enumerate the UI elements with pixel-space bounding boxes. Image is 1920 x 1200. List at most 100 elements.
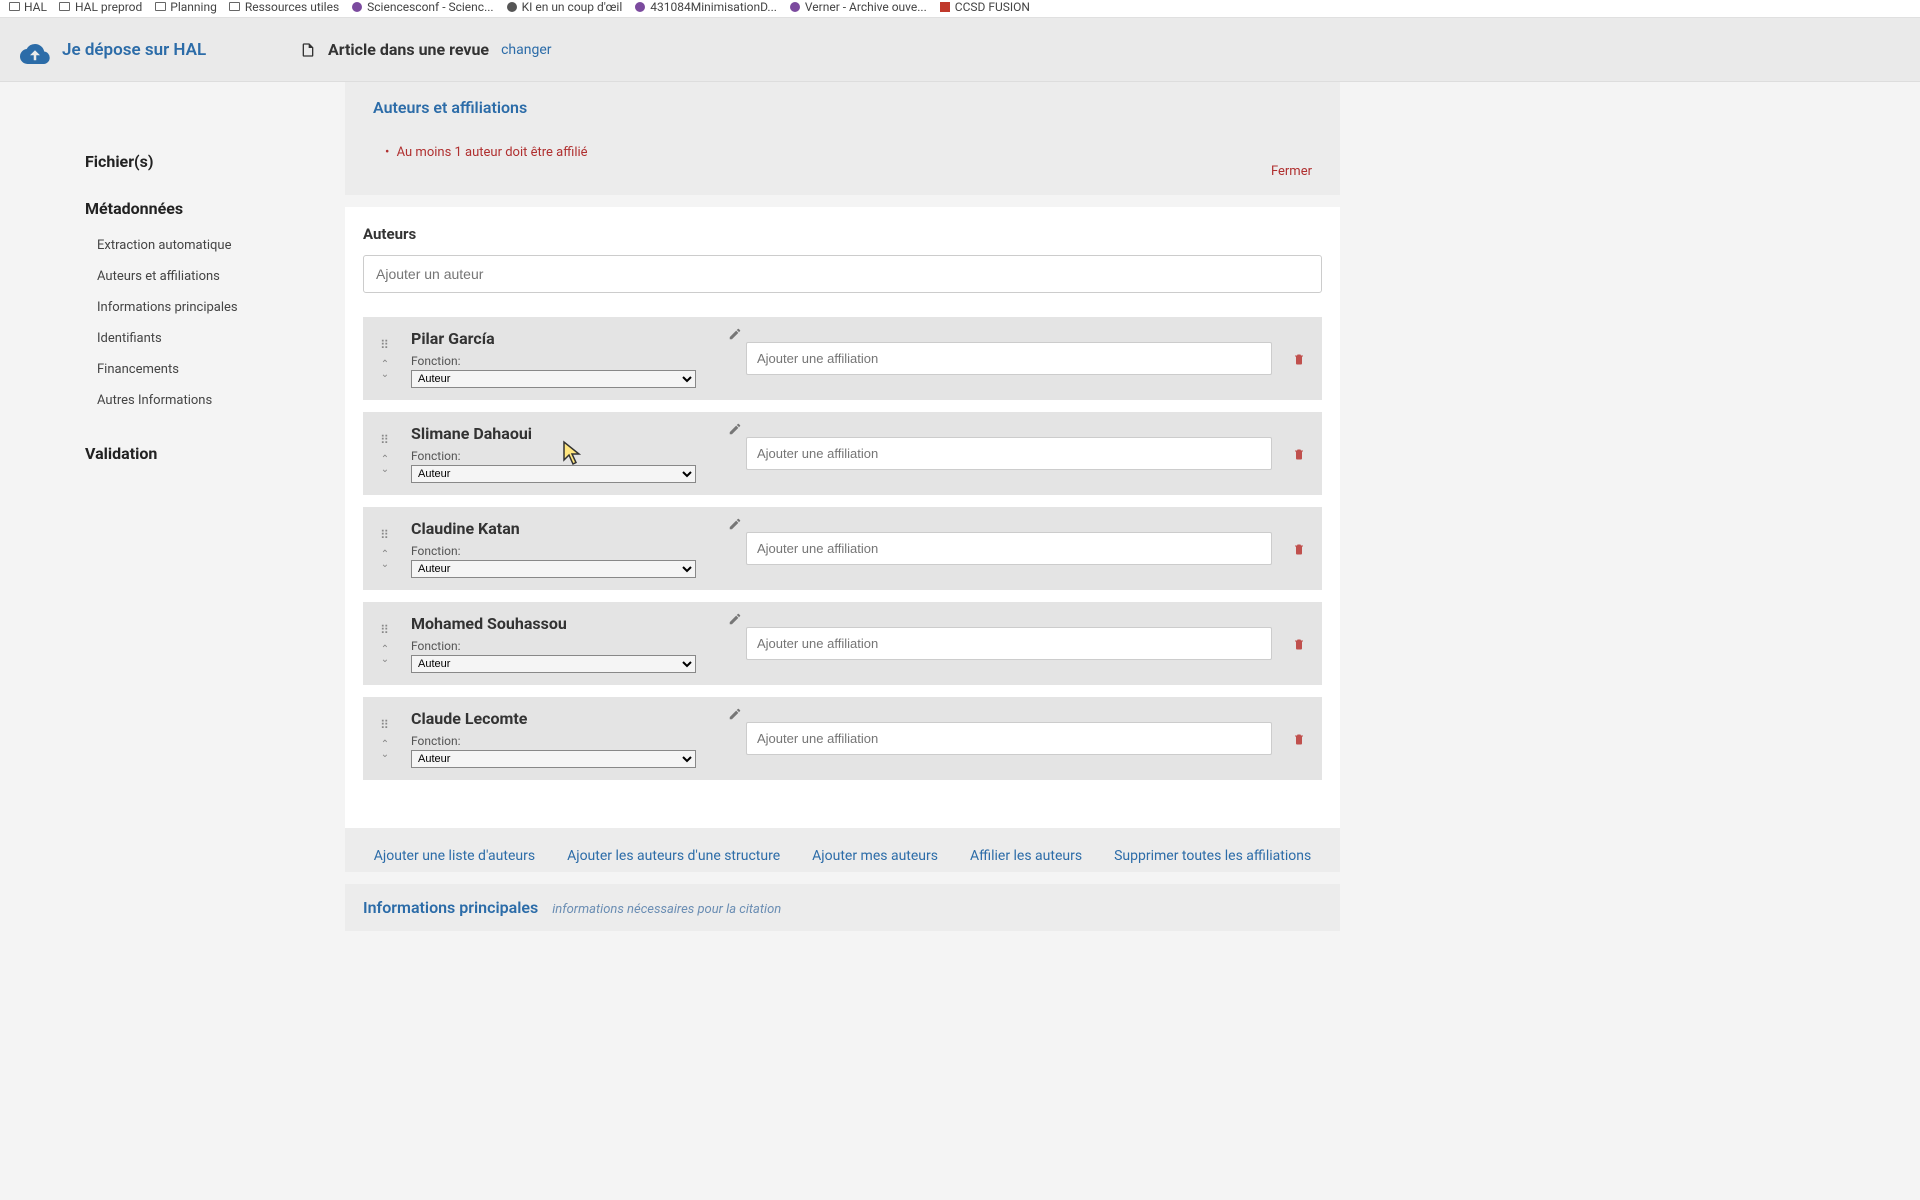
- drag-handle-icon[interactable]: ⠿: [380, 718, 390, 732]
- bookmark-item[interactable]: 431084MinimisationD...: [634, 0, 777, 14]
- author-handles: ⠿ ⌃⌄: [371, 623, 399, 665]
- sidebar-item[interactable]: Informations principales: [97, 292, 345, 323]
- author-main: Mohamed SouhassouFonction:Auteur: [399, 614, 734, 673]
- drag-handle-icon[interactable]: ⠿: [380, 338, 390, 352]
- arrow-up-icon[interactable]: ⌃: [381, 645, 389, 655]
- red-icon: [939, 1, 951, 13]
- purple-icon: [789, 1, 801, 13]
- sidebar-item[interactable]: Identifiants: [97, 323, 345, 354]
- bookmark-item[interactable]: KI en un coup d'œil: [506, 0, 623, 14]
- edit-icon[interactable]: [728, 327, 742, 345]
- sidebar-items-list: Extraction automatiqueAuteurs et affilia…: [85, 230, 345, 416]
- drag-handle-icon[interactable]: ⠿: [380, 623, 390, 637]
- fonction-label: Fonction:: [411, 734, 722, 748]
- bookmark-label: CCSD FUSION: [955, 0, 1030, 14]
- delete-author-button[interactable]: [1284, 637, 1314, 651]
- fonction-select[interactable]: Auteur: [411, 750, 696, 768]
- cloud-upload-icon: [20, 39, 50, 61]
- bookmark-item[interactable]: HAL: [8, 0, 47, 14]
- arrow-down-icon[interactable]: ⌄: [381, 560, 389, 570]
- delete-all-affiliations-link[interactable]: Supprimer toutes les affiliations: [1114, 848, 1311, 864]
- add-structure-authors-link[interactable]: Ajouter les auteurs d'une structure: [567, 848, 780, 864]
- arrow-down-icon[interactable]: ⌄: [381, 370, 389, 380]
- folder-icon: [59, 1, 71, 13]
- affiliation-input[interactable]: [746, 437, 1272, 470]
- delete-author-button[interactable]: [1284, 732, 1314, 746]
- affiliation-input[interactable]: [746, 722, 1272, 755]
- arrow-down-icon[interactable]: ⌄: [381, 465, 389, 475]
- bookmark-label: Verner - Archive ouve...: [805, 0, 927, 14]
- close-link[interactable]: Fermer: [361, 164, 1324, 179]
- author-card: ⠿ ⌃⌄ Claudine KatanFonction:Auteur: [363, 507, 1322, 590]
- author-main: Slimane DahaouiFonction:Auteur: [399, 424, 734, 483]
- affiliate-authors-link[interactable]: Affilier les auteurs: [970, 848, 1082, 864]
- sidebar-item[interactable]: Financements: [97, 354, 345, 385]
- delete-author-button[interactable]: [1284, 352, 1314, 366]
- dot-icon: [506, 1, 518, 13]
- fonction-select[interactable]: Auteur: [411, 655, 696, 673]
- sidebar-title-metadonnees[interactable]: Métadonnées: [85, 199, 345, 218]
- edit-icon[interactable]: [728, 707, 742, 725]
- change-doctype-link[interactable]: changer: [501, 42, 551, 58]
- bookmark-item[interactable]: HAL preprod: [59, 0, 142, 14]
- arrow-down-icon[interactable]: ⌄: [381, 750, 389, 760]
- arrow-up-icon[interactable]: ⌃: [381, 550, 389, 560]
- fonction-select[interactable]: Auteur: [411, 560, 696, 578]
- arrow-up-icon[interactable]: ⌃: [381, 360, 389, 370]
- author-name: Claude Lecomte: [411, 709, 722, 728]
- delete-author-button[interactable]: [1284, 542, 1314, 556]
- fonction-select[interactable]: Auteur: [411, 465, 696, 483]
- affiliation-col: [734, 342, 1284, 375]
- sidebar-title-validation[interactable]: Validation: [85, 444, 345, 463]
- arrow-down-icon[interactable]: ⌄: [381, 655, 389, 665]
- affiliation-col: [734, 437, 1284, 470]
- arrows-group: ⌃⌄: [381, 740, 389, 760]
- folder-icon: [229, 1, 241, 13]
- edit-icon[interactable]: [728, 422, 742, 440]
- folder-icon: [8, 1, 20, 13]
- sidebar-title-fichiers[interactable]: Fichier(s): [85, 152, 345, 171]
- bookmark-item[interactable]: Verner - Archive ouve...: [789, 0, 927, 14]
- author-card: ⠿⌃⌄Slimane DahaouiFonction:Auteur: [363, 412, 1322, 495]
- panel-title-affiliations[interactable]: Auteurs et affiliations: [361, 90, 1324, 125]
- author-main: Pilar GarcíaFonction:Auteur: [399, 329, 734, 388]
- bookmark-item[interactable]: CCSD FUSION: [939, 0, 1030, 14]
- bookmark-item[interactable]: Ressources utiles: [229, 0, 339, 14]
- bookmark-item[interactable]: Planning: [154, 0, 217, 14]
- arrow-up-icon[interactable]: ⌃: [381, 455, 389, 465]
- edit-icon[interactable]: [728, 517, 742, 535]
- bookmark-item[interactable]: Sciencesconf - Scienc...: [351, 0, 493, 14]
- bookmarks-bar: HAL HAL preprod Planning Ressources utiles S…: [0, 0, 1920, 18]
- add-author-input[interactable]: [363, 255, 1322, 293]
- sidebar-item[interactable]: Extraction automatique: [97, 230, 345, 261]
- content-area: Auteurs et affiliations Au moins 1 auteu…: [345, 82, 1380, 983]
- affiliation-input[interactable]: [746, 532, 1272, 565]
- sidebar-section-fichiers: Fichier(s): [85, 152, 345, 171]
- purple-icon: [634, 1, 646, 13]
- page-title[interactable]: Je dépose sur HAL: [62, 40, 206, 60]
- top-bar: Je dépose sur HAL Article dans une revue…: [0, 18, 1920, 82]
- add-author-list-link[interactable]: Ajouter une liste d'auteurs: [374, 848, 535, 864]
- author-card: ⠿ ⌃⌄ Mohamed SouhassouFonction:Auteur: [363, 602, 1322, 685]
- edit-icon[interactable]: [728, 612, 742, 630]
- affiliation-input[interactable]: [746, 627, 1272, 660]
- author-main: Claudine KatanFonction:Auteur: [399, 519, 734, 578]
- authors-panel: Auteurs et affiliations Au moins 1 auteu…: [345, 82, 1340, 195]
- sidebar-item[interactable]: Autres Informations: [97, 385, 345, 416]
- arrow-up-icon[interactable]: ⌃: [381, 740, 389, 750]
- fonction-select[interactable]: Auteur: [411, 370, 696, 388]
- info-principales-header[interactable]: Informations principales informations né…: [345, 884, 1340, 931]
- drag-handle-icon[interactable]: ⠿: [380, 433, 390, 447]
- author-handles: ⠿ ⌃⌄: [371, 528, 399, 570]
- bookmark-label: 431084MinimisationD...: [650, 0, 777, 14]
- fonction-label: Fonction:: [411, 449, 722, 463]
- info-principales-title: Informations principales: [363, 898, 538, 917]
- add-my-authors-link[interactable]: Ajouter mes auteurs: [812, 848, 938, 864]
- affiliation-input[interactable]: [746, 342, 1272, 375]
- sidebar-item[interactable]: Auteurs et affiliations: [97, 261, 345, 292]
- top-left: Je dépose sur HAL: [20, 39, 300, 61]
- drag-handle-icon[interactable]: ⠿: [380, 528, 390, 542]
- delete-author-button[interactable]: [1284, 447, 1314, 461]
- author-main: Claude Lecomte Fonction: Auteur: [399, 709, 734, 768]
- sidebar-section-metadonnees: Métadonnées Extraction automatiqueAuteur…: [85, 199, 345, 416]
